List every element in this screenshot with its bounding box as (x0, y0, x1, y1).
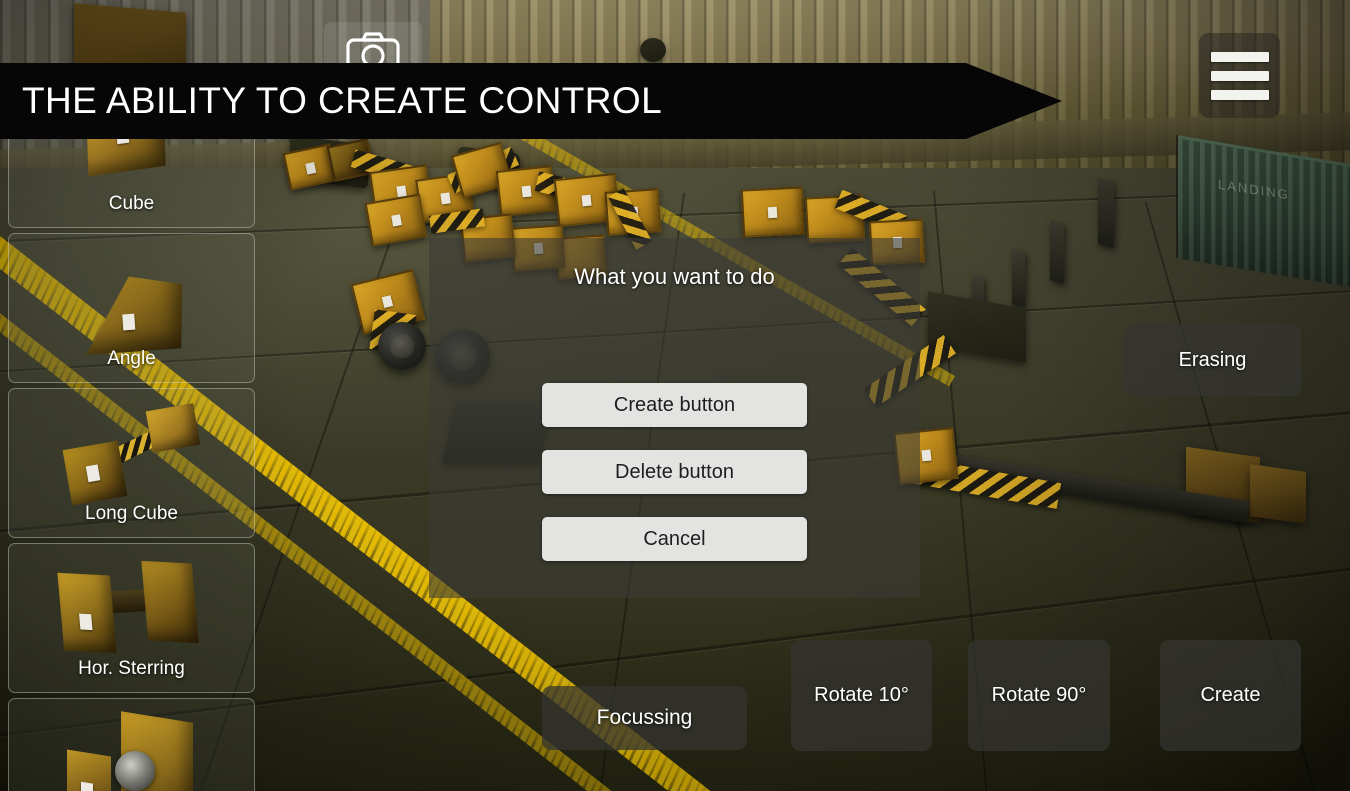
hamburger-menu-icon (1210, 51, 1269, 62)
create-button[interactable]: Create (1160, 640, 1301, 751)
motor-part-thumbnail (9, 699, 254, 791)
hamburger-menu-button[interactable] (1199, 33, 1280, 118)
headline-banner: THE ABILITY TO CREATE CONTROL (0, 63, 1062, 139)
action-dialog: What you want to do Create button Delete… (429, 238, 920, 598)
scene-prop-block (640, 38, 666, 62)
sidebar-item-label: Long Cube (85, 503, 178, 524)
scene-pole (1012, 248, 1025, 308)
vehicle-wheel (378, 322, 426, 370)
hamburger-menu-icon (1210, 89, 1269, 100)
sidebar-item-angle[interactable]: Angle (8, 233, 255, 383)
focussing-button[interactable]: Focussing (542, 686, 747, 750)
sidebar-item-label: Cube (108, 193, 155, 214)
game-screen: LANDING Cube Angle Long Cube Hor. Sterri… (0, 0, 1350, 791)
dialog-title: What you want to do (574, 264, 775, 289)
erasing-button[interactable]: Erasing (1124, 324, 1301, 396)
dialog-create-button[interactable]: Create button (542, 383, 807, 427)
sidebar-item-long-cube[interactable]: Long Cube (8, 388, 255, 538)
scene-crate (1250, 464, 1306, 524)
scene-pole (1050, 220, 1064, 284)
rotate-10-button[interactable]: Rotate 10° (791, 640, 932, 751)
hamburger-menu-icon (1210, 70, 1269, 81)
sidebar-item-label: Hor. Sterring (78, 658, 185, 679)
vehicle-block (740, 186, 806, 238)
dialog-cancel-button[interactable]: Cancel (542, 517, 807, 561)
dialog-delete-button[interactable]: Delete button (542, 450, 807, 494)
sidebar-item-motor[interactable] (8, 698, 255, 791)
rotate-90-button[interactable]: Rotate 90° (968, 640, 1110, 751)
parts-sidebar[interactable]: Cube Angle Long Cube Hor. Sterring (8, 78, 255, 791)
headline-banner-text: THE ABILITY TO CREATE CONTROL (22, 80, 663, 121)
sidebar-item-label: Angle (107, 348, 156, 369)
scene-pole (1098, 178, 1114, 248)
sidebar-item-hor-sterring[interactable]: Hor. Sterring (8, 543, 255, 693)
